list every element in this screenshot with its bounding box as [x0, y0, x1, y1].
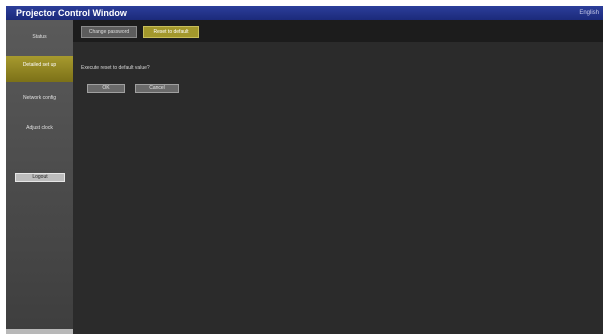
tab-bar: Change password Reset to default [73, 20, 603, 42]
sidebar-footer [6, 329, 73, 334]
confirm-message: Execute reset to default value? [81, 65, 150, 71]
cancel-button[interactable]: Cancel [135, 84, 179, 93]
logout-button[interactable]: Logout [15, 173, 65, 182]
sidebar: Status Detailed set up Network config Ad… [6, 20, 73, 334]
tab-change-password[interactable]: Change password [81, 26, 137, 38]
sidebar-item-adjust-clock[interactable]: Adjust clock [6, 122, 73, 142]
sidebar-item-status[interactable]: Status [6, 30, 73, 44]
main-content: Change password Reset to default Execute… [73, 20, 603, 334]
sidebar-item-network-config[interactable]: Network config [6, 92, 73, 112]
ok-button[interactable]: OK [87, 84, 125, 93]
title-bar: Projector Control Window English [6, 6, 603, 20]
language-link[interactable]: English [579, 6, 599, 20]
sidebar-item-detailed-setup[interactable]: Detailed set up [6, 56, 73, 82]
tab-reset-to-default[interactable]: Reset to default [143, 26, 199, 38]
projector-control-window: Projector Control Window English Status … [6, 6, 603, 334]
window-title: Projector Control Window [16, 8, 127, 18]
